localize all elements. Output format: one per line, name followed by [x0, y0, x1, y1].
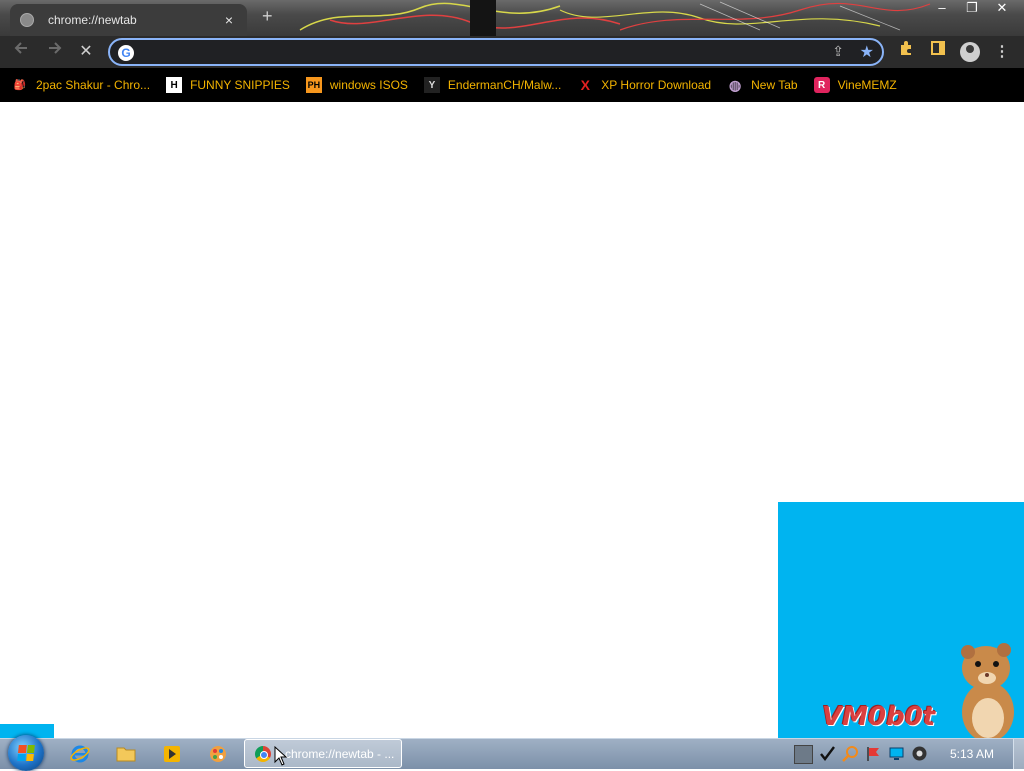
chrome-icon	[255, 745, 271, 762]
windows-flag-icon	[17, 745, 35, 761]
bookmark-windows-isos[interactable]: PH windows ISOS	[305, 77, 408, 93]
paint-app-button[interactable]	[206, 743, 230, 765]
profile-button[interactable]	[958, 40, 982, 64]
x-logo-icon: X	[580, 77, 590, 93]
globe-icon: ◍	[729, 76, 742, 93]
bookmark-label: windows ISOS	[329, 78, 408, 92]
close-window-button[interactable]: ✕	[994, 0, 1010, 16]
bookmark-label: EndermanCH/Malw...	[447, 78, 562, 92]
tab-close-icon[interactable]: ×	[221, 12, 237, 28]
bookmark-new-tab[interactable]: ◍ New Tab	[727, 76, 798, 93]
side-panel-button[interactable]	[926, 40, 950, 64]
bookmark-label: FUNNY SNIPPIES	[190, 78, 290, 92]
bookmark-star-icon[interactable]: ★	[860, 42, 874, 62]
browser-toolbar: ✕ G ⇪ ★ ⋮	[0, 36, 1024, 68]
stop-loading-button[interactable]: ✕	[74, 40, 98, 64]
extensions-button[interactable]	[894, 40, 918, 64]
bookmark-vinememz[interactable]: R VineMEMZ	[813, 77, 897, 93]
internet-explorer-button[interactable]	[68, 743, 92, 765]
side-panel-icon	[931, 41, 945, 55]
start-button[interactable]	[8, 735, 44, 771]
taskbar-clock[interactable]: 5:13 AM	[950, 747, 994, 761]
address-bar[interactable]: G ⇪ ★	[108, 38, 884, 66]
arrow-left-icon	[14, 42, 27, 54]
bookmark-2pac[interactable]: 🎒 2pac Shakur - Chro...	[12, 77, 150, 93]
taskbar-chrome-window[interactable]: chrome://newtab - ...	[244, 739, 402, 768]
ph-logo-icon: PH	[305, 77, 322, 93]
mouse-cursor-icon	[274, 746, 288, 766]
share-icon[interactable]: ⇪	[832, 43, 844, 60]
h-logo-icon: H	[166, 77, 183, 93]
title-bar: chrome://newtab × + – ❐ ✕	[0, 0, 1024, 36]
media-player-button[interactable]	[160, 743, 184, 765]
forward-button[interactable]	[42, 40, 66, 64]
system-tray	[794, 745, 928, 764]
address-input[interactable]	[144, 43, 808, 65]
new-tab-button[interactable]: +	[262, 6, 273, 27]
tray-volume-icon[interactable]	[911, 745, 928, 762]
chrome-menu-button[interactable]: ⋮	[990, 40, 1014, 64]
bookmark-funny-snippies[interactable]: H FUNNY SNIPPIES	[166, 77, 290, 93]
bookmark-label: VineMEMZ	[837, 78, 897, 92]
taskbar: chrome://newtab - ... 5:13 AM	[0, 735, 1024, 771]
bookmark-xp-horror[interactable]: X XP Horror Download	[577, 77, 712, 93]
tab-newtab[interactable]: chrome://newtab ×	[10, 4, 247, 36]
play-icon	[164, 746, 180, 762]
r-logo-icon: R	[813, 77, 830, 93]
vm-overlay-panel: VM0b0t	[778, 502, 1024, 738]
taskbar-window-title: chrome://newtab - ...	[285, 746, 395, 761]
restore-button[interactable]: ❐	[964, 0, 980, 16]
bookmarks-bar: 🎒 2pac Shakur - Chro... H FUNNY SNIPPIES…	[0, 68, 1024, 102]
vm0b0t-logo: VM0b0t	[822, 702, 936, 732]
minimize-button[interactable]: –	[934, 0, 950, 16]
tab-title: chrome://newtab	[48, 13, 137, 27]
folder-icon	[116, 747, 136, 762]
tray-checkmark-icon[interactable]	[819, 745, 836, 762]
tray-network-icon[interactable]	[888, 745, 905, 762]
file-explorer-button[interactable]	[114, 743, 138, 765]
tray-app-icon[interactable]	[794, 745, 813, 764]
arrow-right-icon	[49, 42, 62, 54]
kebab-menu-icon: ⋮	[994, 43, 1010, 60]
back-button[interactable]	[10, 40, 34, 64]
profile-avatar-icon	[960, 42, 980, 62]
show-desktop-button[interactable]	[1013, 739, 1024, 769]
paint-palette-icon	[210, 746, 226, 762]
bookmark-endermanch[interactable]: Y EndermanCH/Malw...	[423, 77, 562, 93]
backpack-icon: 🎒	[13, 79, 27, 91]
hamster-mascot-icon	[961, 643, 1014, 738]
bookmark-label: New Tab	[751, 78, 798, 92]
puzzle-icon	[901, 41, 911, 55]
ie-icon	[70, 745, 90, 763]
bookmark-label: XP Horror Download	[601, 78, 712, 92]
google-icon: G	[118, 45, 134, 61]
bookmark-label: 2pac Shakur - Chro...	[36, 78, 151, 92]
newtab-favicon-icon	[20, 13, 34, 27]
stop-icon: ✕	[79, 43, 93, 60]
tray-search-icon[interactable]	[842, 745, 859, 762]
tray-flag-icon[interactable]	[865, 745, 882, 762]
yp-logo-icon: Y	[423, 77, 440, 93]
window-controls: – ❐ ✕	[934, 0, 1010, 16]
